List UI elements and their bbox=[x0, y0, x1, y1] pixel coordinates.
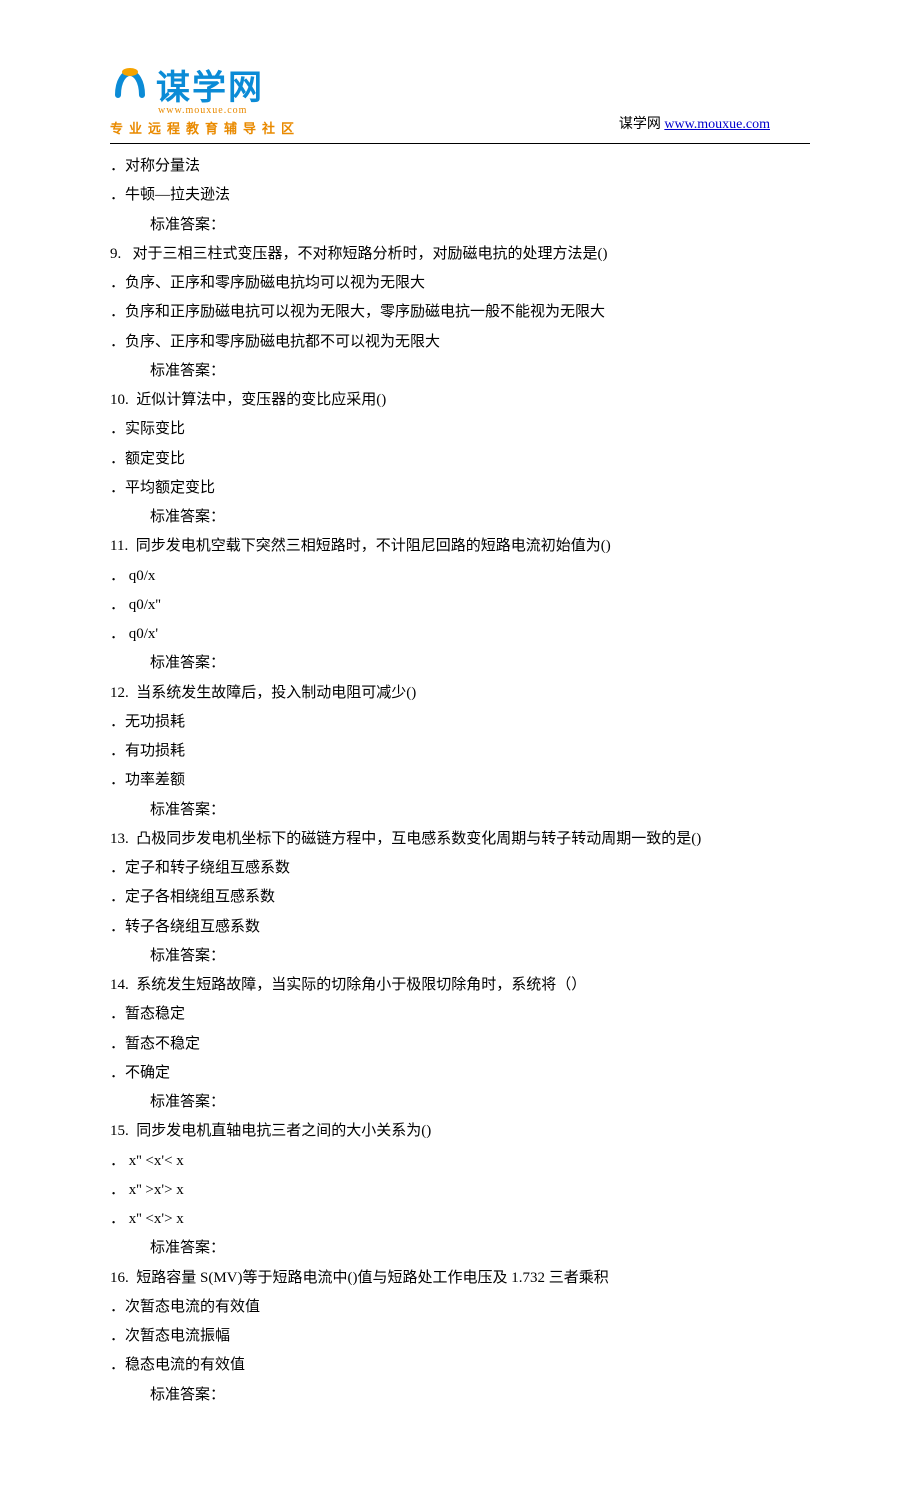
answer-label: 标准答案： bbox=[110, 357, 810, 386]
logo-block: 谋学网 www.mouxue.com 专业远程教育辅导社区 bbox=[110, 60, 300, 137]
question-line: 13. 凸极同步发电机坐标下的磁链方程中，互电感系数变化周期与转子转动周期一致的… bbox=[110, 825, 810, 854]
answer-label: 标准答案： bbox=[110, 649, 810, 678]
header-link[interactable]: www.mouxue.com bbox=[664, 117, 770, 132]
answer-label: 标准答案： bbox=[110, 942, 810, 971]
logo-icon bbox=[110, 67, 150, 103]
header-divider bbox=[110, 143, 810, 144]
option-line: ．有功损耗 bbox=[110, 737, 810, 766]
question-line: 14. 系统发生短路故障，当实际的切除角小于极限切除角时，系统将（） bbox=[110, 971, 810, 1000]
option-line: ．负序、正序和零序励磁电抗均可以视为无限大 bbox=[110, 269, 810, 298]
question-line: 11. 同步发电机空载下突然三相短路时，不计阻尼回路的短路电流初始值为() bbox=[110, 532, 810, 561]
preamble-option: ．对称分量法 bbox=[110, 152, 810, 181]
option-line: ．暂态不稳定 bbox=[110, 1030, 810, 1059]
option-line: ．额定变比 bbox=[110, 445, 810, 474]
header-right: 谋学网 www.mouxue.com bbox=[619, 113, 810, 137]
answer-label: 标准答案： bbox=[110, 1381, 810, 1410]
question-line: 16. 短路容量 S(MV)等于短路电流中()值与短路处工作电压及 1.732 … bbox=[110, 1264, 810, 1293]
option-line: ．负序和正序励磁电抗可以视为无限大，零序励磁电抗一般不能视为无限大 bbox=[110, 298, 810, 327]
option-line: ． q0/x bbox=[110, 562, 810, 591]
answer-label: 标准答案： bbox=[110, 503, 810, 532]
logo-subtitle: 专业远程教育辅导社区 bbox=[110, 118, 300, 137]
option-line: ．定子各相绕组互感系数 bbox=[110, 883, 810, 912]
option-line: ．实际变比 bbox=[110, 415, 810, 444]
answer-label: 标准答案： bbox=[110, 1234, 810, 1263]
option-line: ．稳态电流的有效值 bbox=[110, 1351, 810, 1380]
option-line: ． x'' >x'> x bbox=[110, 1176, 810, 1205]
question-line: 12. 当系统发生故障后，投入制动电阻可减少() bbox=[110, 679, 810, 708]
option-line: ．定子和转子绕组互感系数 bbox=[110, 854, 810, 883]
option-line: ． q0/x'' bbox=[110, 591, 810, 620]
logo-url: www.mouxue.com bbox=[158, 105, 300, 116]
option-line: ．无功损耗 bbox=[110, 708, 810, 737]
option-line: ． q0/x' bbox=[110, 620, 810, 649]
document-content: ．对称分量法．牛顿—拉夫逊法标准答案：9. 对于三相三柱式变压器，不对称短路分析… bbox=[110, 152, 810, 1410]
preamble-option: ．牛顿—拉夫逊法 bbox=[110, 181, 810, 210]
option-line: ．平均额定变比 bbox=[110, 474, 810, 503]
option-line: ．暂态稳定 bbox=[110, 1000, 810, 1029]
option-line: ．不确定 bbox=[110, 1059, 810, 1088]
header-right-prefix: 谋学网 bbox=[619, 117, 665, 132]
answer-label: 标准答案： bbox=[110, 1088, 810, 1117]
question-line: 15. 同步发电机直轴电抗三者之间的大小关系为() bbox=[110, 1117, 810, 1146]
option-line: ．次暂态电流的有效值 bbox=[110, 1293, 810, 1322]
answer-label: 标准答案： bbox=[110, 796, 810, 825]
question-line: 10. 近似计算法中，变压器的变比应采用() bbox=[110, 386, 810, 415]
option-line: ．负序、正序和零序励磁电抗都不可以视为无限大 bbox=[110, 328, 810, 357]
logo-text: 谋学网 bbox=[156, 60, 264, 109]
page-header: 谋学网 www.mouxue.com 专业远程教育辅导社区 谋学网 www.mo… bbox=[110, 60, 810, 137]
option-line: ． x'' <x'> x bbox=[110, 1205, 810, 1234]
option-line: ．功率差额 bbox=[110, 766, 810, 795]
option-line: ． x'' <x'< x bbox=[110, 1147, 810, 1176]
option-line: ．次暂态电流振幅 bbox=[110, 1322, 810, 1351]
question-line: 9. 对于三相三柱式变压器，不对称短路分析时，对励磁电抗的处理方法是() bbox=[110, 240, 810, 269]
option-line: ．转子各绕组互感系数 bbox=[110, 913, 810, 942]
answer-label: 标准答案： bbox=[110, 211, 810, 240]
